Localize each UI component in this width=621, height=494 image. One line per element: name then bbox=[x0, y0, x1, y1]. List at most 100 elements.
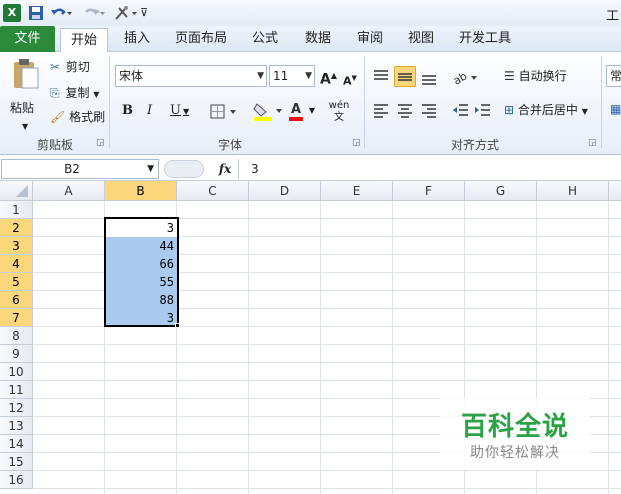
row-header-3[interactable]: 3 bbox=[0, 237, 33, 255]
undo-icon[interactable] bbox=[50, 4, 72, 22]
borders-button[interactable] bbox=[209, 102, 239, 125]
caret-up-icon: ▲ bbox=[330, 71, 337, 80]
align-center-button[interactable] bbox=[396, 102, 414, 121]
align-top-button[interactable] bbox=[372, 68, 390, 87]
tab-page-layout[interactable]: 页面布局 bbox=[168, 26, 234, 52]
save-icon[interactable] bbox=[27, 4, 45, 22]
caret-down-icon: ▼ bbox=[351, 74, 357, 82]
decrease-indent-button[interactable] bbox=[452, 102, 470, 121]
cell-b7[interactable]: 3 bbox=[105, 309, 177, 327]
divider bbox=[109, 56, 110, 148]
name-box[interactable]: B2 ▼ bbox=[1, 159, 159, 179]
redo-icon[interactable] bbox=[82, 4, 105, 22]
clipboard-launcher-icon[interactable]: ◲ bbox=[96, 138, 105, 148]
font-launcher-icon[interactable]: ◲ bbox=[352, 138, 361, 148]
tab-view[interactable]: 视图 bbox=[399, 26, 443, 52]
increase-indent-button[interactable] bbox=[474, 102, 492, 121]
tab-formulas[interactable]: 公式 bbox=[243, 26, 287, 52]
chevron-down-icon: ▼ bbox=[182, 107, 190, 116]
column-header-b[interactable]: B bbox=[105, 181, 177, 201]
cell-b3[interactable]: 44 bbox=[105, 237, 177, 255]
fill-handle[interactable] bbox=[175, 323, 180, 328]
row-header-5[interactable]: 5 bbox=[0, 273, 33, 291]
divider bbox=[601, 56, 602, 148]
row-header-7[interactable]: 7 bbox=[0, 309, 33, 327]
italic-button[interactable]: I bbox=[147, 102, 152, 120]
tab-developer[interactable]: 开发工具 bbox=[452, 26, 518, 52]
font-size-select[interactable]: 11 ▼ bbox=[269, 65, 315, 87]
chevron-down-icon: ▼ bbox=[308, 106, 316, 115]
column-header-a[interactable]: A bbox=[33, 181, 105, 201]
shrink-font-button[interactable]: A▼ bbox=[343, 69, 357, 91]
align-left-button[interactable] bbox=[372, 102, 390, 121]
merge-center-button[interactable]: ⊞ 合并后居中 ▼ bbox=[504, 101, 588, 121]
number-format-value: 常 bbox=[610, 69, 621, 83]
row-header-2[interactable]: 2 bbox=[0, 219, 33, 237]
tab-file[interactable]: 文件 bbox=[0, 26, 55, 52]
alignment-launcher-icon[interactable]: ◲ bbox=[588, 138, 597, 148]
tab-home[interactable]: 开始 bbox=[60, 28, 108, 53]
formula-bar-resize-handle[interactable] bbox=[164, 160, 204, 178]
orientation-button[interactable]: ab bbox=[451, 68, 480, 89]
column-header-f[interactable]: F bbox=[393, 181, 465, 201]
row-header-4[interactable]: 4 bbox=[0, 255, 33, 273]
font-color-button[interactable]: A ▼ bbox=[289, 100, 316, 121]
column-header-g[interactable]: G bbox=[465, 181, 537, 201]
column-header-e[interactable]: E bbox=[321, 181, 393, 201]
row-header-10[interactable]: 10 bbox=[0, 363, 33, 381]
ribbon: 粘贴 ▼ ✂ 剪切 ⎘ 复制 ▼ 🖌 格式刷 剪贴板 ◲ 宋体 ▼ 11 ▼ A… bbox=[0, 52, 621, 155]
conditional-format-icon[interactable]: ▦ bbox=[610, 102, 621, 116]
column-header-h[interactable]: H bbox=[537, 181, 609, 201]
cell-b2[interactable]: 3 bbox=[105, 219, 177, 237]
bold-button[interactable]: B bbox=[122, 102, 133, 120]
grow-font-button[interactable]: A▲ bbox=[320, 67, 337, 89]
row-header-11[interactable]: 11 bbox=[0, 381, 33, 399]
tools-icon[interactable] bbox=[113, 4, 137, 22]
row-header-13[interactable]: 13 bbox=[0, 417, 33, 435]
clipboard-group-label: 剪贴板 bbox=[36, 138, 73, 152]
paste-button[interactable]: 粘贴 ▼ bbox=[8, 58, 42, 131]
font-color-label: A bbox=[289, 102, 304, 121]
quick-access-toolbar: X ⊽ 工 bbox=[0, 0, 621, 26]
font-name-select[interactable]: 宋体 ▼ bbox=[115, 65, 267, 87]
column-header-c[interactable]: C bbox=[177, 181, 249, 201]
format-painter-button[interactable]: 🖌 格式刷 bbox=[50, 108, 105, 126]
row-header-15[interactable]: 15 bbox=[0, 453, 33, 471]
cell-b4[interactable]: 66 bbox=[105, 255, 177, 273]
cell-b6[interactable]: 88 bbox=[105, 291, 177, 309]
formula-input[interactable]: 3 bbox=[238, 159, 621, 179]
row-header-16[interactable]: 16 bbox=[0, 471, 33, 489]
customize-qat-icon[interactable]: ⊽ bbox=[140, 4, 158, 22]
tab-review[interactable]: 审阅 bbox=[348, 26, 392, 52]
tab-insert[interactable]: 插入 bbox=[115, 26, 159, 52]
cell-b5[interactable]: 55 bbox=[105, 273, 177, 291]
excel-logo-icon[interactable]: X bbox=[3, 4, 21, 22]
column-header-i[interactable] bbox=[609, 181, 621, 201]
insert-function-button[interactable]: fx bbox=[212, 160, 238, 178]
wrap-text-label: 自动换行 bbox=[518, 69, 567, 83]
select-all-button[interactable] bbox=[0, 181, 33, 201]
number-format-select[interactable]: 常 bbox=[606, 65, 621, 87]
row-header-1[interactable]: 1 bbox=[0, 201, 33, 219]
phonetic-button[interactable]: wén文 bbox=[327, 100, 351, 124]
chevron-down-icon: ▼ bbox=[305, 71, 312, 81]
align-bottom-button[interactable] bbox=[420, 68, 438, 89]
watermark: 百科全说 助你轻松解决 bbox=[440, 398, 590, 470]
row-header-14[interactable]: 14 bbox=[0, 435, 33, 453]
column-header-d[interactable]: D bbox=[249, 181, 321, 201]
tab-data[interactable]: 数据 bbox=[296, 26, 340, 52]
chevron-down-icon: ▼ bbox=[581, 107, 588, 116]
row-header-6[interactable]: 6 bbox=[0, 291, 33, 309]
wrap-text-button[interactable]: ☰ 自动换行 bbox=[504, 67, 567, 85]
cut-label: 剪切 bbox=[65, 60, 90, 74]
window-title: 工 bbox=[606, 9, 620, 24]
row-header-9[interactable]: 9 bbox=[0, 345, 33, 363]
cut-button[interactable]: ✂ 剪切 bbox=[50, 58, 90, 76]
align-middle-button[interactable] bbox=[394, 66, 416, 87]
row-header-12[interactable]: 12 bbox=[0, 399, 33, 417]
align-right-button[interactable] bbox=[420, 102, 438, 121]
row-header-8[interactable]: 8 bbox=[0, 327, 33, 345]
copy-button[interactable]: ⎘ 复制 ▼ bbox=[50, 84, 99, 104]
fill-color-button[interactable] bbox=[252, 100, 284, 127]
underline-button[interactable]: U ▼ bbox=[170, 102, 189, 121]
